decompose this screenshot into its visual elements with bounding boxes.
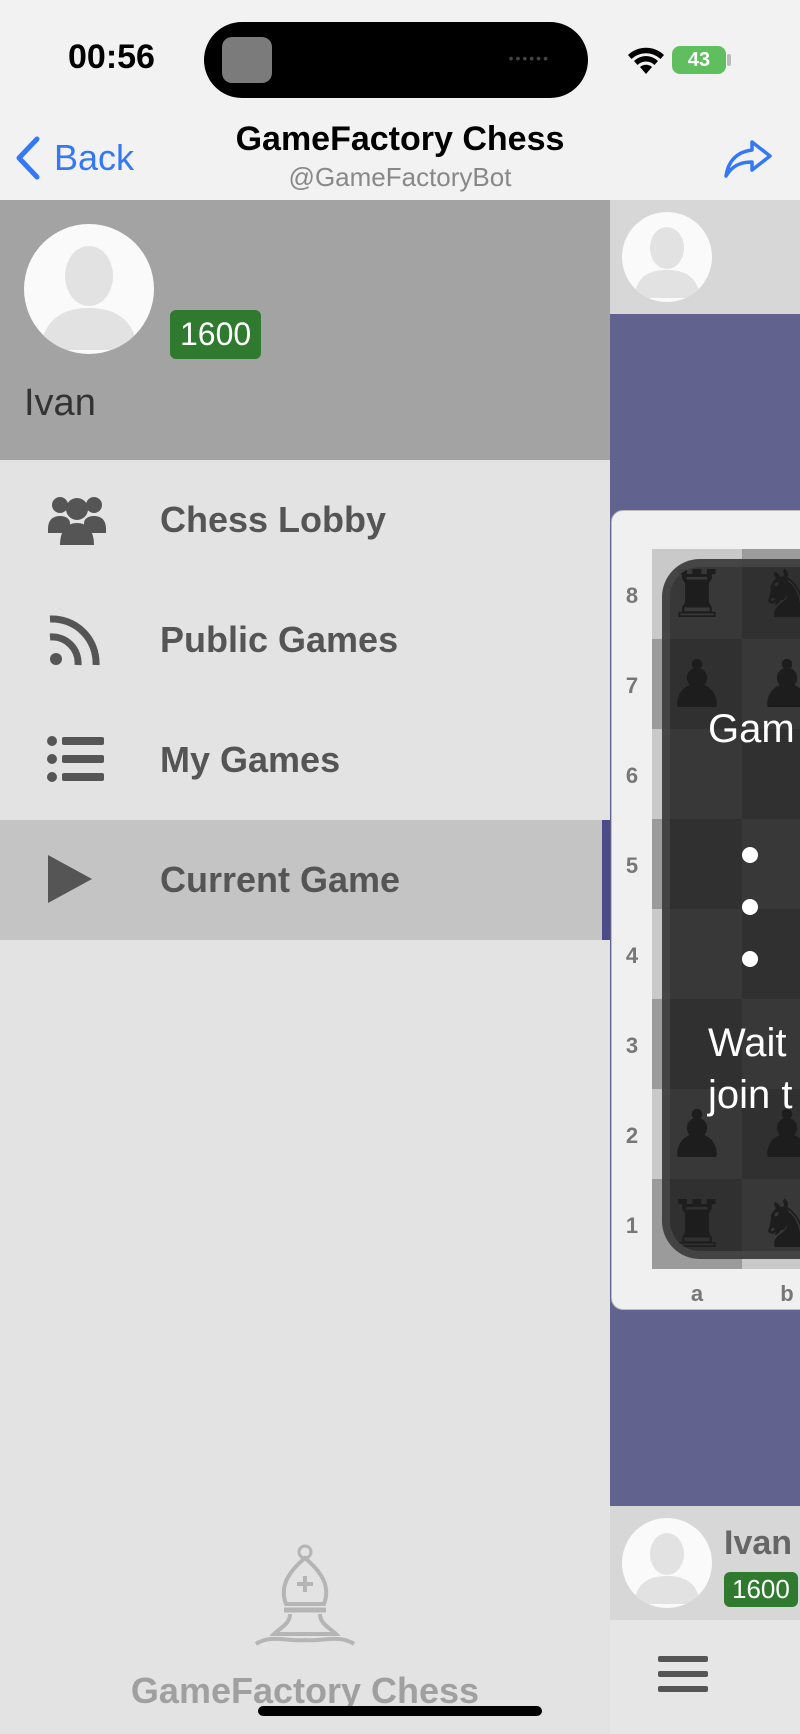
rank-label: 5 <box>625 853 639 878</box>
avatar-silhouette-icon <box>40 246 138 350</box>
player-name: Ivan <box>724 1524 793 1562</box>
battery-level: 43 <box>687 49 711 71</box>
bullet <box>742 899 758 915</box>
bishop-logo-icon <box>254 1544 356 1646</box>
menu-label: My Games <box>160 739 341 780</box>
menu-item-current-game[interactable]: Current Game <box>0 820 610 940</box>
file-label: b <box>780 1281 794 1306</box>
rank-label: 6 <box>625 763 639 788</box>
bot-title: GameFactory Chess <box>235 120 565 158</box>
opponent-avatar <box>622 212 712 302</box>
menu-item-my-games[interactable]: My Games <box>0 700 610 820</box>
menu-label: Current Game <box>160 859 401 900</box>
user-rating-badge: 1600 <box>170 310 262 359</box>
wifi-icon <box>628 47 664 74</box>
opponent-bar <box>610 200 800 314</box>
bot-username: @GameFactoryBot <box>288 162 512 192</box>
list-icon <box>47 736 104 782</box>
share-icon[interactable] <box>722 134 774 182</box>
island-app-icon <box>222 37 272 83</box>
rss-icon <box>49 615 100 666</box>
rank-label: 7 <box>625 673 639 698</box>
hamburger-menu-icon[interactable] <box>658 1656 714 1704</box>
rank-label: 8 <box>625 583 639 608</box>
user-name: Ivan <box>24 382 96 424</box>
overlay-wait-text: Wait join t <box>708 1017 793 1121</box>
bullet <box>742 847 758 863</box>
dynamic-island: •••••• <box>204 22 588 98</box>
play-icon <box>48 855 92 903</box>
game-panel: 8 7 6 5 4 3 2 1 ♜ ♞ <box>610 200 800 1734</box>
menu-label: Public Games <box>160 619 399 660</box>
game-info-overlay: Gam Wait join t <box>662 559 800 1259</box>
nav-bar: Back GameFactory Chess @GameFactoryBot <box>0 118 800 200</box>
chess-board-card: 8 7 6 5 4 3 2 1 ♜ ♞ <box>611 510 800 1310</box>
bullet <box>742 951 758 967</box>
status-time: 00:56 <box>68 38 155 76</box>
file-label: a <box>690 1281 704 1306</box>
battery-tip <box>727 54 731 66</box>
battery-icon: 43 <box>672 46 726 74</box>
island-dots: •••••• <box>508 50 550 66</box>
user-avatar[interactable] <box>24 224 154 354</box>
menu-label: Chess Lobby <box>160 499 387 540</box>
users-icon <box>48 497 106 545</box>
active-indicator <box>602 820 610 940</box>
player-bar: Ivan 1600 <box>610 1506 800 1620</box>
menu-item-chess-lobby[interactable]: Chess Lobby <box>0 460 610 580</box>
side-drawer: 1600 Ivan Chess Lobby Public Games My Ga… <box>0 200 610 1734</box>
wait-line-1: Wait <box>708 1021 787 1065</box>
overlay-title: Gam <box>708 707 795 751</box>
avatar-silhouette-icon <box>634 227 700 298</box>
home-indicator <box>258 1706 542 1716</box>
drawer-header: 1600 Ivan <box>0 200 610 460</box>
player-rating-badge: 1600 <box>724 1572 798 1607</box>
rank-label: 3 <box>625 1033 639 1058</box>
player-avatar <box>622 1518 712 1608</box>
wait-line-2: join t <box>708 1073 793 1117</box>
menu-item-public-games[interactable]: Public Games <box>0 580 610 700</box>
avatar-silhouette-icon <box>634 1533 700 1604</box>
status-bar: 00:56 •••••• 43 <box>0 0 800 118</box>
rank-label: 1 <box>625 1213 639 1238</box>
rank-label: 2 <box>625 1123 639 1148</box>
rank-label: 4 <box>625 943 639 968</box>
